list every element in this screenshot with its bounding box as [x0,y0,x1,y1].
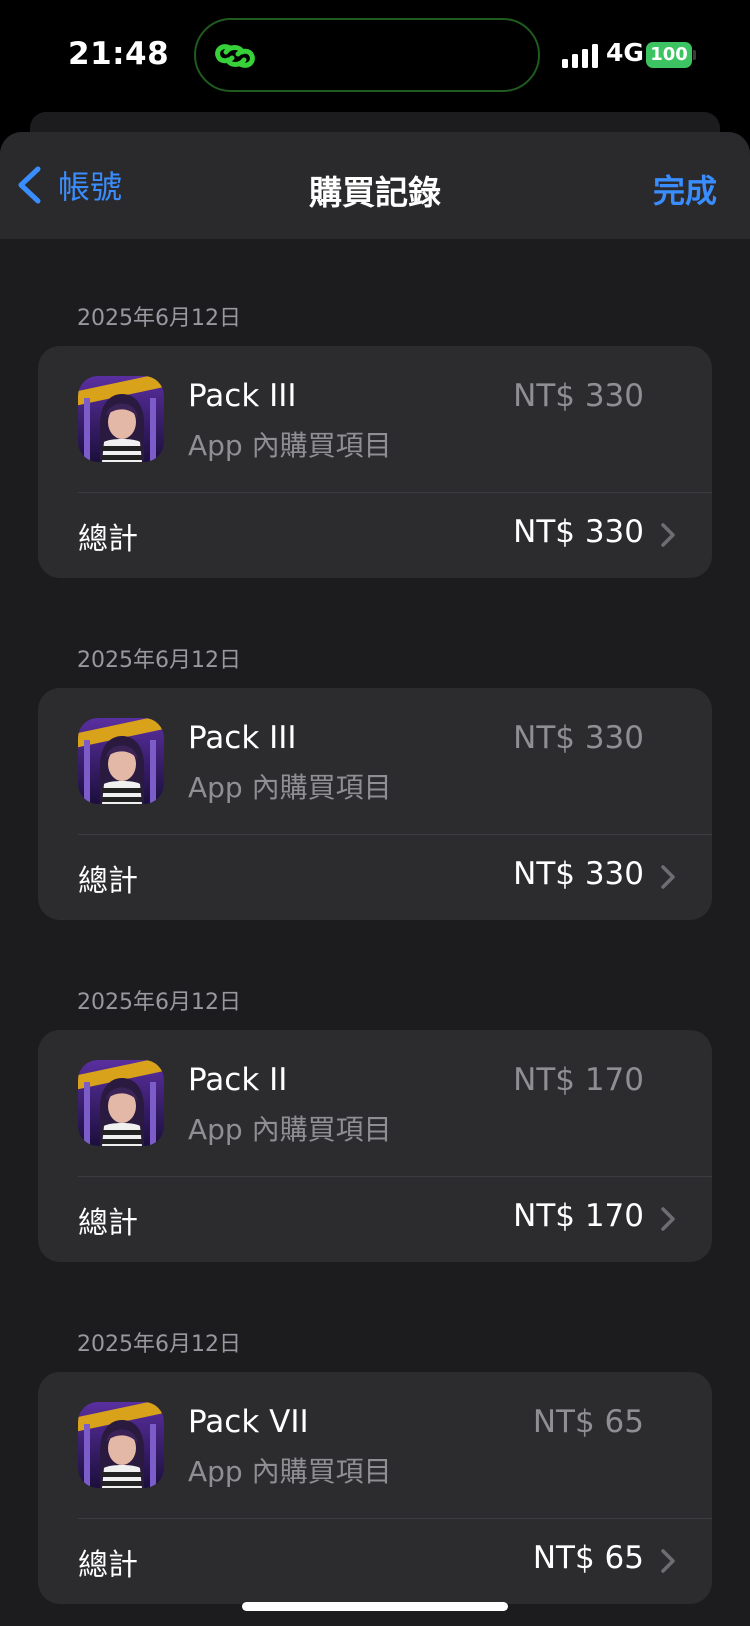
item-price: NT$ 65 [532,1404,644,1440]
total-label: 總計 [78,522,138,557]
dynamic-island[interactable] [194,18,540,92]
total-label: 總計 [78,864,138,899]
total-label: 總計 [78,1206,138,1241]
battery-tip [693,50,696,60]
item-name: Pack III [188,378,297,414]
game-app-icon [78,718,164,804]
total-price: NT$ 330 [513,514,644,550]
purchase-card[interactable]: Pack VII App 內購買項目 NT$ 65 總計 NT$ 65 [38,1372,712,1604]
chevron-right-icon [661,865,675,889]
app-icon [78,718,164,804]
chevron-right-icon [661,523,675,547]
total-price: NT$ 65 [532,1540,644,1576]
purchase-card[interactable]: Pack III App 內購買項目 NT$ 330 總計 NT$ 330 [38,688,712,920]
chevron-right-icon [661,1207,675,1231]
game-app-icon [78,1402,164,1488]
battery-level: 100 [646,42,692,68]
cellular-signal-icon [562,44,598,68]
purchase-date: 2025年6月12日 [77,306,241,331]
item-price: NT$ 330 [513,378,644,414]
item-type: App 內購買項目 [188,771,392,804]
network-type: 4G [606,38,644,67]
total-price: NT$ 170 [513,1198,644,1234]
total-label: 總計 [78,1548,138,1583]
divider [78,492,712,493]
item-name: Pack III [188,720,297,756]
navigation-bar: 帳號 購買記錄 完成 [0,132,750,239]
purchase-date: 2025年6月12日 [77,1332,241,1357]
total-price: NT$ 330 [513,856,644,892]
battery-icon: 100 [646,42,696,68]
page-title: 購買記錄 [309,173,441,212]
purchase-history-sheet: 帳號 購買記錄 完成 2025年6月12日 Pack III App 內購買項目… [0,132,750,1626]
chevron-right-icon [661,1549,675,1573]
app-icon [78,1402,164,1488]
app-icon [78,376,164,462]
app-icon [78,1060,164,1146]
purchase-card[interactable]: Pack III App 內購買項目 NT$ 330 總計 NT$ 330 [38,346,712,578]
done-button[interactable]: 完成 [653,166,717,212]
purchase-date: 2025年6月12日 [77,648,241,673]
clock: 21:48 [68,36,170,72]
status-bar: 21:48 4G 100 [0,0,750,110]
divider [78,1176,712,1177]
item-type: App 內購買項目 [188,1455,392,1488]
item-price: NT$ 330 [513,720,644,756]
link-app-icon [215,44,255,68]
game-app-icon [78,376,164,462]
item-name: Pack II [188,1062,288,1098]
divider [78,1518,712,1519]
home-indicator[interactable] [242,1602,508,1611]
item-name: Pack VII [188,1404,309,1440]
item-type: App 內購買項目 [188,429,392,462]
game-app-icon [78,1060,164,1146]
purchase-card[interactable]: Pack II App 內購買項目 NT$ 170 總計 NT$ 170 [38,1030,712,1262]
item-type: App 內購買項目 [188,1113,392,1146]
item-price: NT$ 170 [513,1062,644,1098]
purchase-date: 2025年6月12日 [77,990,241,1015]
divider [78,834,712,835]
